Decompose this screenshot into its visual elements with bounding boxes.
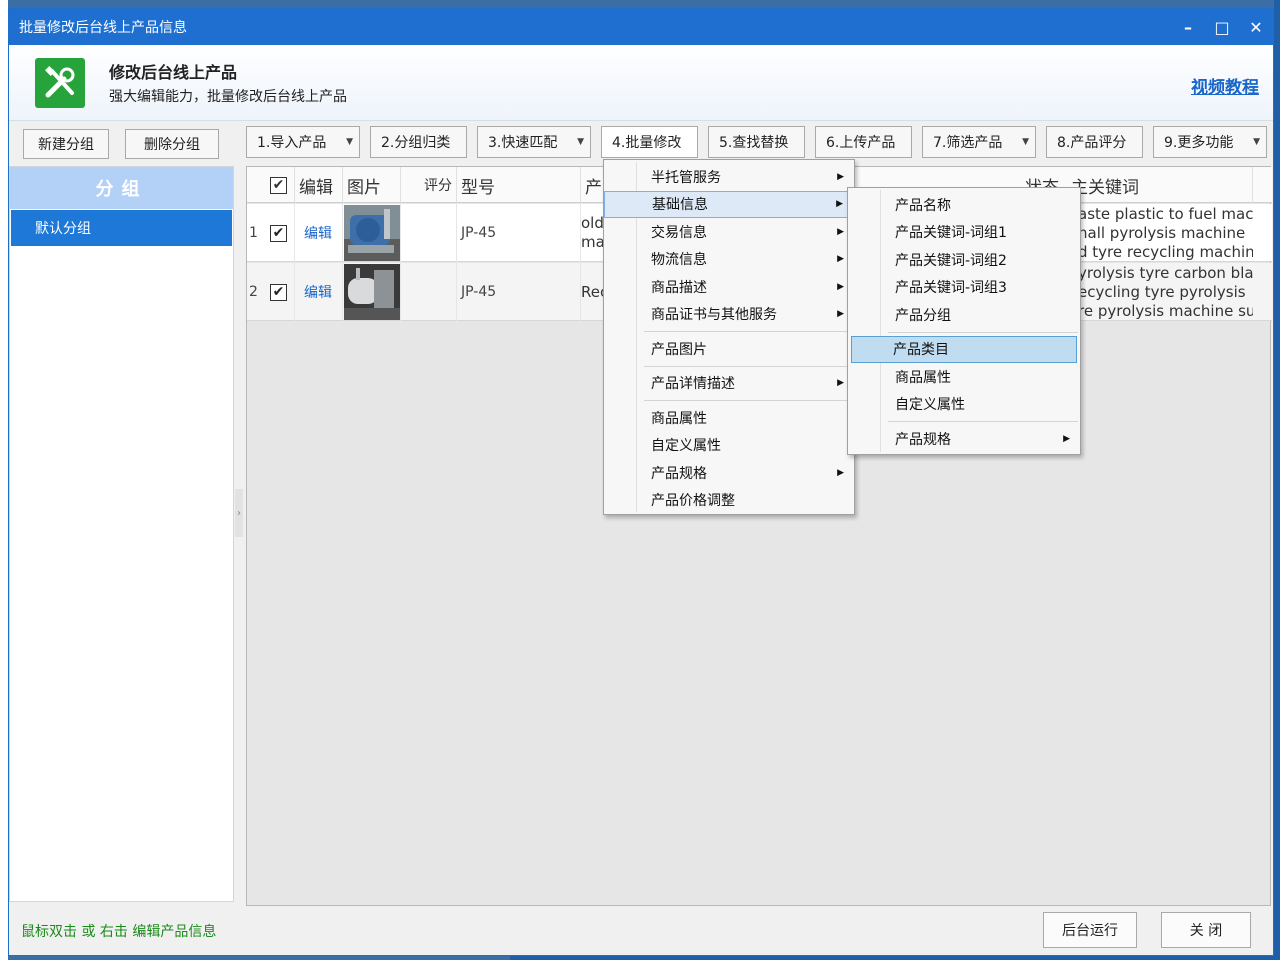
row-main-keywords: yrolysis tyre carbon blac ecycling tyre … xyxy=(1077,263,1253,321)
submenu-item-keyword-group3[interactable]: 产品关键词-词组3 xyxy=(848,274,1080,302)
main-toolbar: 1.导入产品 ▼ 2.分组归类 3.快速匹配 ▼ 4.批量修改 5.查找替换 6.上… xyxy=(246,126,1267,158)
col-score[interactable]: 评分 xyxy=(401,167,457,203)
submenu-arrow-icon: ▶ xyxy=(837,226,844,237)
product-thumbnail[interactable] xyxy=(343,204,401,262)
group-item-default[interactable]: 默认分组 xyxy=(11,210,232,246)
menu-item-product-specs[interactable]: 产品规格 ▶ xyxy=(604,459,854,487)
desktop-background-left xyxy=(0,0,8,960)
submenu-arrow-icon: ▶ xyxy=(836,199,843,210)
col-image[interactable]: 图片 xyxy=(343,167,401,203)
menu-item-product-description[interactable]: 商品描述 ▶ xyxy=(604,273,854,301)
menu-item-detail-description[interactable]: 产品详情描述 ▶ xyxy=(604,370,854,398)
header-banner: 修改后台线上产品 强大编辑能力，批量修改后台线上产品 视频教程 xyxy=(9,45,1273,121)
row-score xyxy=(401,263,457,321)
col-main-keywords[interactable]: 主关键词 xyxy=(1067,167,1253,203)
row-number: 2 xyxy=(249,284,258,300)
menu-separator xyxy=(644,331,852,332)
import-products-button[interactable]: 1.导入产品 ▼ xyxy=(246,126,360,158)
menu-item-product-images[interactable]: 产品图片 xyxy=(604,335,854,363)
submenu-item-product-attributes[interactable]: 商品属性 xyxy=(848,363,1080,391)
menu-item-certificates[interactable]: 商品证书与其他服务 ▶ xyxy=(604,301,854,329)
title-bar: 批量修改后台线上产品信息 – □ ✕ xyxy=(9,9,1273,45)
select-all-checkbox[interactable]: ✔ xyxy=(263,167,295,203)
check-icon: ✔ xyxy=(270,224,287,242)
more-functions-button[interactable]: 9.更多功能 ▼ xyxy=(1153,126,1267,158)
batch-modify-menu: 半托管服务 ▶ 基础信息 ▶ 交易信息 ▶ 物流信息 ▶ 商品描述 ▶ 商品证书与其他服务… xyxy=(603,159,855,515)
row-checkbox[interactable]: ✔ xyxy=(263,263,295,321)
dropdown-arrow-icon: ▼ xyxy=(577,137,584,147)
col-model[interactable]: 型号 xyxy=(457,167,581,203)
edit-link[interactable]: 编辑 xyxy=(304,223,332,243)
row-checkbox[interactable]: ✔ xyxy=(263,204,295,262)
close-button[interactable]: 关 闭 xyxy=(1161,912,1251,948)
header-subtitle: 强大编辑能力，批量修改后台线上产品 xyxy=(109,89,347,105)
menu-item-price-adjust[interactable]: 产品价格调整 xyxy=(604,487,854,515)
filter-products-button[interactable]: 7.筛选产品 ▼ xyxy=(922,126,1036,158)
header-title: 修改后台线上产品 xyxy=(109,63,238,82)
row-model: JP-45 xyxy=(457,204,581,262)
footer-tip: 鼠标双击 或 右击 编辑产品信息 xyxy=(21,924,217,940)
submenu-arrow-icon: ▶ xyxy=(1063,433,1070,444)
video-tutorial-link[interactable]: 视频教程 xyxy=(1191,73,1259,98)
col-edit[interactable]: 编辑 xyxy=(295,167,343,203)
submenu-arrow-icon: ▶ xyxy=(837,467,844,478)
new-group-button[interactable]: 新建分组 xyxy=(23,129,109,159)
row-score xyxy=(401,204,457,262)
main-window: 批量修改后台线上产品信息 – □ ✕ 修改后台线上产品 强大编辑能力，批量修改后… xyxy=(8,8,1274,956)
dropdown-arrow-icon: ▼ xyxy=(1022,137,1029,147)
basic-info-submenu: 产品名称 产品关键词-词组1 产品关键词-词组2 产品关键词-词组3 产品分组 … xyxy=(847,187,1081,455)
menu-separator xyxy=(644,400,852,401)
menu-separator xyxy=(644,365,852,367)
menu-item-product-attributes[interactable]: 商品属性 xyxy=(604,404,854,432)
dropdown-arrow-icon: ▼ xyxy=(346,137,353,147)
row-model: JP-45 xyxy=(457,263,581,321)
dropdown-arrow-icon: ▼ xyxy=(1253,137,1260,147)
submenu-item-product-name[interactable]: 产品名称 xyxy=(848,191,1080,219)
menu-item-trade-info[interactable]: 交易信息 ▶ xyxy=(604,218,854,246)
menu-separator xyxy=(888,331,1078,333)
check-icon: ✔ xyxy=(270,283,287,301)
edit-link[interactable]: 编辑 xyxy=(304,282,332,302)
submenu-item-product-group[interactable]: 产品分组 xyxy=(848,301,1080,329)
submenu-arrow-icon: ▶ xyxy=(837,309,844,320)
menu-item-basic-info[interactable]: 基础信息 ▶ xyxy=(604,190,854,218)
submenu-item-custom-attributes[interactable]: 自定义属性 xyxy=(848,391,1080,419)
menu-item-semi-managed[interactable]: 半托管服务 ▶ xyxy=(604,163,854,191)
submenu-item-product-specs[interactable]: 产品规格 ▶ xyxy=(848,425,1080,453)
submenu-arrow-icon: ▶ xyxy=(837,254,844,265)
minimize-button[interactable]: – xyxy=(1171,18,1205,37)
tools-icon xyxy=(35,57,85,108)
run-background-button[interactable]: 后台运行 xyxy=(1043,912,1137,948)
submenu-item-keyword-group2[interactable]: 产品关键词-词组2 xyxy=(848,246,1080,274)
menu-separator xyxy=(888,421,1078,422)
panel-splitter[interactable]: › xyxy=(235,489,243,537)
submenu-arrow-icon: ▶ xyxy=(837,281,844,292)
desktop-background-right xyxy=(1274,0,1280,960)
row-main-keywords: aste plastic to fuel mach nall pyrolysis… xyxy=(1077,204,1253,262)
menu-item-logistics-info[interactable]: 物流信息 ▶ xyxy=(604,246,854,274)
batch-modify-button[interactable]: 4.批量修改 xyxy=(601,126,698,158)
submenu-item-keyword-group1[interactable]: 产品关键词-词组1 xyxy=(848,219,1080,247)
close-window-button[interactable]: ✕ xyxy=(1239,18,1273,37)
quick-match-button[interactable]: 3.快速匹配 ▼ xyxy=(477,126,591,158)
submenu-item-product-category[interactable]: 产品类目 xyxy=(851,335,1077,363)
group-classify-button[interactable]: 2.分组归类 xyxy=(370,126,467,158)
find-replace-button[interactable]: 5.查找替换 xyxy=(708,126,805,158)
product-score-button[interactable]: 8.产品评分 xyxy=(1046,126,1143,158)
group-list: 分组 默认分组 xyxy=(9,166,234,902)
delete-group-button[interactable]: 删除分组 xyxy=(125,129,219,159)
window-title: 批量修改后台线上产品信息 xyxy=(19,20,187,36)
submenu-arrow-icon: ▶ xyxy=(837,378,844,389)
upload-products-button[interactable]: 6.上传产品 xyxy=(815,126,912,158)
group-panel: 新建分组 删除分组 分组 默认分组 xyxy=(9,122,234,902)
maximize-button[interactable]: □ xyxy=(1205,18,1239,37)
menu-item-custom-attributes[interactable]: 自定义属性 xyxy=(604,432,854,460)
product-image xyxy=(343,264,400,320)
row-number: 1 xyxy=(249,225,258,241)
check-icon: ✔ xyxy=(270,176,287,194)
product-image xyxy=(343,205,400,261)
group-list-header: 分组 xyxy=(10,167,233,209)
product-thumbnail[interactable] xyxy=(343,263,401,321)
submenu-arrow-icon: ▶ xyxy=(837,171,844,182)
